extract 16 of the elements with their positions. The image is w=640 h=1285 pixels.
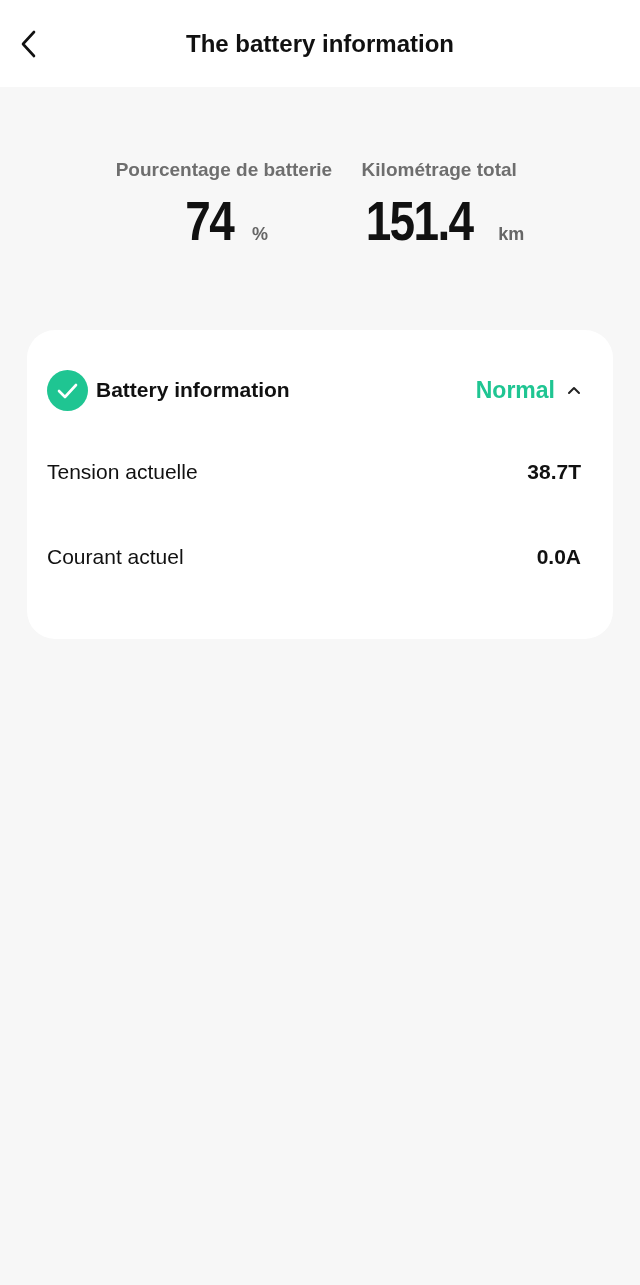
- stat-unit: km: [498, 224, 525, 245]
- stat-unit: %: [252, 224, 269, 245]
- page-title: The battery information: [186, 29, 454, 58]
- stat-label: Pourcentage de batterie: [115, 159, 333, 181]
- row-label: Tension actuelle: [47, 460, 198, 484]
- stat-value: 74: [185, 193, 233, 249]
- row-value: 0.0A: [536, 545, 581, 569]
- status-text: Normal: [475, 376, 555, 404]
- caret-icon[interactable]: [567, 385, 581, 395]
- check-icon: [47, 369, 88, 411]
- row-value: 38.7T: [527, 460, 581, 484]
- card-title: Battery information: [96, 378, 291, 402]
- stat-label: Kilométrage total: [361, 159, 517, 181]
- back-icon[interactable]: [20, 30, 36, 58]
- row-label: Courant actuel: [47, 545, 184, 569]
- stat-value: 151.4: [365, 193, 473, 249]
